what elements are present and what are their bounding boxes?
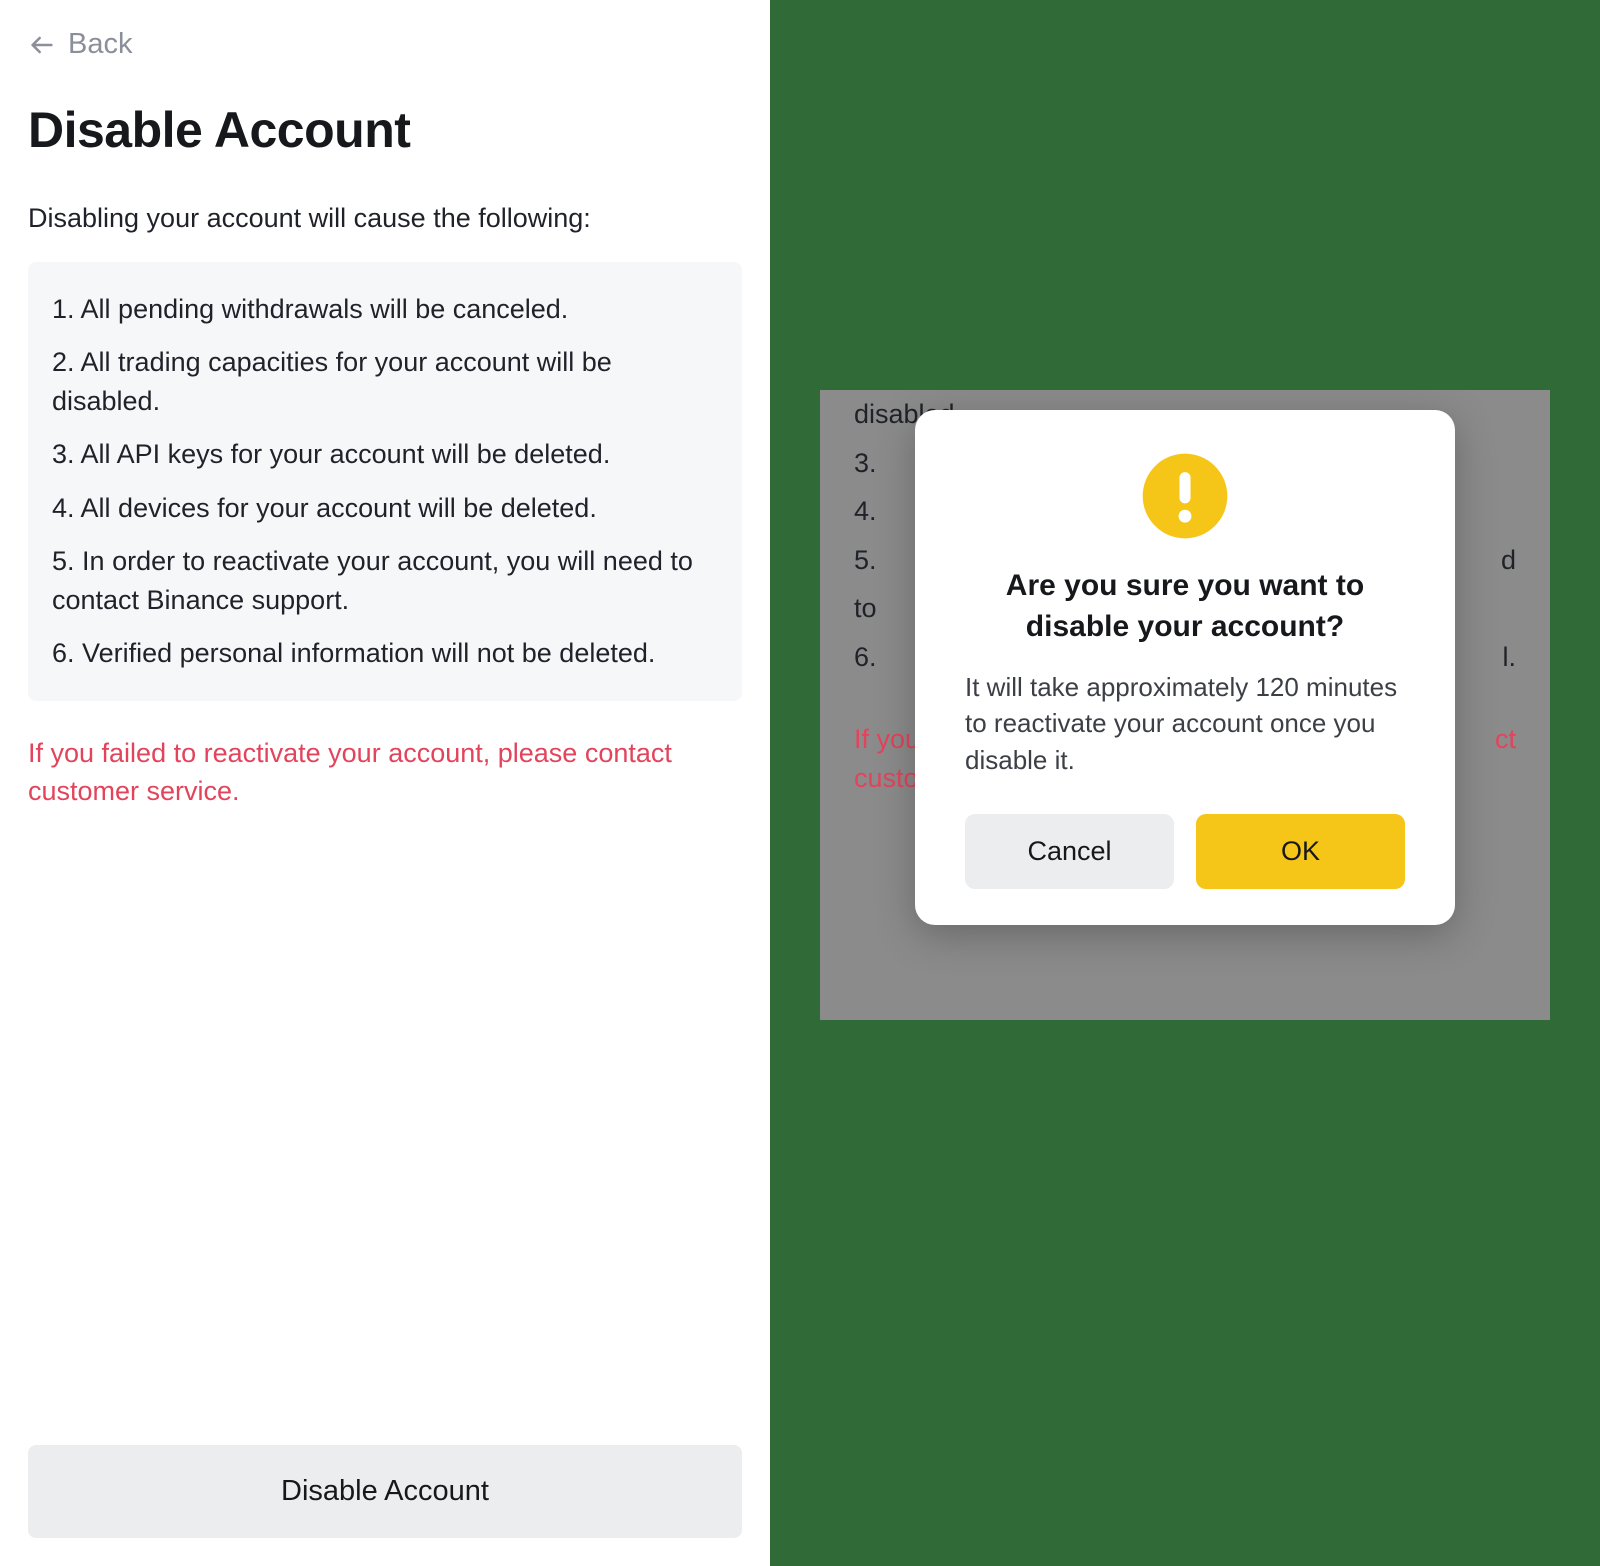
arrow-left-icon	[28, 31, 56, 59]
bg-fragment: 3.	[854, 439, 877, 488]
list-item: All API keys for your account will be de…	[52, 435, 718, 474]
disable-account-screen: Back Disable Account Disabling your acco…	[0, 0, 770, 1566]
warning-icon	[1139, 450, 1231, 542]
back-label: Back	[68, 28, 132, 61]
bg-fragment: 6.	[854, 633, 877, 682]
cancel-button[interactable]: Cancel	[965, 814, 1174, 889]
dialog-body: It will take approximately 120 minutes t…	[965, 669, 1405, 778]
footer-actions: Disable Account	[28, 1445, 742, 1538]
dimmed-background: disabled. 3. 4. 5. d to 6. l. If you	[820, 390, 1550, 1020]
bg-fragment: d	[1501, 536, 1516, 585]
list-item: All trading capacities for your account …	[52, 343, 718, 421]
list-item: Verified personal information will not b…	[52, 634, 718, 673]
list-item: All pending withdrawals will be canceled…	[52, 290, 718, 329]
bg-fragment: 5.	[854, 536, 877, 585]
bg-fragment: custo	[854, 759, 919, 798]
back-button[interactable]: Back	[28, 28, 132, 61]
bg-fragment: ct	[1495, 720, 1516, 759]
list-item: All devices for your account will be del…	[52, 489, 718, 528]
ok-button[interactable]: OK	[1196, 814, 1405, 889]
intro-text: Disabling your account will cause the fo…	[28, 203, 742, 234]
confirmation-preview: disabled. 3. 4. 5. d to 6. l. If you	[770, 0, 1600, 1566]
consequences-panel: All pending withdrawals will be canceled…	[28, 262, 742, 701]
disable-account-button[interactable]: Disable Account	[28, 1445, 742, 1538]
bg-fragment: If you	[854, 720, 920, 759]
consequences-list: All pending withdrawals will be canceled…	[52, 290, 718, 673]
bg-fragment: to	[854, 584, 877, 633]
page-title: Disable Account	[28, 101, 742, 159]
warning-text: If you failed to reactivate your account…	[28, 735, 742, 811]
bg-fragment: l.	[1503, 633, 1517, 682]
bg-fragment: 4.	[854, 487, 877, 536]
confirm-dialog: Are you sure you want to disable your ac…	[915, 410, 1455, 925]
list-item: In order to reactivate your account, you…	[52, 542, 718, 620]
dialog-buttons: Cancel OK	[965, 814, 1405, 889]
dialog-title: Are you sure you want to disable your ac…	[965, 566, 1405, 647]
